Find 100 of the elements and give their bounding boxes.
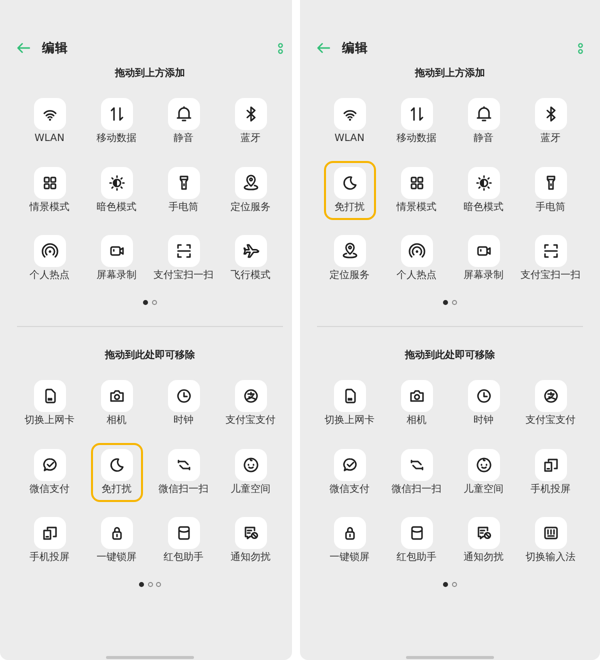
quick-setting-tile[interactable]: 一键锁屏: [330, 517, 370, 564]
quick-setting-tile[interactable]: 一键锁屏: [96, 517, 136, 564]
quick-setting-tile[interactable]: 切换上网卡: [24, 380, 74, 427]
page-title: 编辑: [342, 40, 368, 56]
quick-setting-tile[interactable]: 情景模式: [396, 166, 436, 214]
sim-card-icon: [334, 380, 366, 412]
back-arrow-icon[interactable]: [17, 43, 30, 53]
baby-face-icon: [468, 448, 500, 480]
quick-setting-tile[interactable]: 情景模式: [30, 166, 70, 214]
clock-icon: [168, 380, 200, 412]
quick-setting-tile[interactable]: 移动数据: [96, 98, 136, 145]
location-pin-icon: [234, 166, 266, 198]
section-heading: 拖动到此处即可移除: [405, 349, 495, 363]
lock-icon: [334, 517, 366, 549]
video-camera-icon: [468, 235, 500, 267]
scan-frame-icon: [168, 235, 200, 267]
quick-setting-tile[interactable]: 移动数据: [396, 98, 436, 145]
section-heading: 拖动到此处即可移除: [105, 349, 195, 363]
more-icon[interactable]: [278, 42, 283, 54]
bluetooth-icon: [534, 98, 566, 130]
quick-setting-tile[interactable]: 蓝牙: [234, 98, 266, 145]
quick-setting-tile[interactable]: 微信支付: [30, 448, 70, 496]
bluetooth-icon: [234, 98, 266, 130]
quick-setting-tile[interactable]: 支付宝支付: [526, 380, 576, 427]
quick-setting-tile[interactable]: 支付宝支付: [226, 380, 276, 427]
camera-icon: [400, 380, 432, 412]
quick-setting-tile[interactable]: 切换输入法: [526, 517, 576, 564]
scan-frame-icon: [534, 235, 566, 267]
quick-setting-tile[interactable]: 飞行模式: [230, 235, 270, 282]
quick-setting-tile[interactable]: 暗色模式: [464, 166, 504, 214]
hotspot-icon: [400, 235, 432, 267]
quick-setting-tile[interactable]: 手电筒: [168, 166, 200, 214]
quick-setting-tile[interactable]: 屏幕录制: [464, 235, 504, 282]
quick-setting-tile[interactable]: 儿童空间: [464, 448, 504, 496]
circled-symbol-icon: [234, 380, 266, 412]
quick-setting-tile[interactable]: 通知勿扰: [230, 517, 270, 564]
quick-setting-tile[interactable]: 支付宝扫一扫: [520, 235, 580, 282]
quick-setting-tile[interactable]: 红包助手: [164, 517, 204, 564]
quick-setting-tile[interactable]: 蓝牙: [534, 98, 566, 145]
quick-setting-tile[interactable]: 时钟: [168, 380, 200, 427]
quick-setting-tile[interactable]: 切换上网卡: [324, 380, 374, 427]
quick-setting-tile[interactable]: 微信支付: [330, 448, 370, 496]
quick-setting-tile[interactable]: 相机: [100, 380, 132, 427]
quick-setting-tile[interactable]: 手电筒: [534, 166, 566, 214]
bell-icon: [168, 98, 200, 130]
camera-icon: [100, 380, 132, 412]
clock-icon: [468, 380, 500, 412]
quick-setting-tile[interactable]: 静音: [168, 98, 200, 145]
chat-check-icon: [34, 448, 66, 480]
keyboard-icon: [534, 517, 566, 549]
quick-setting-tile[interactable]: 手机投屏: [530, 448, 570, 496]
quick-setting-tile[interactable]: 免打扰: [324, 160, 376, 220]
location-pin-icon: [334, 235, 366, 267]
quick-setting-tile[interactable]: 定位服务: [230, 166, 270, 214]
quick-setting-tile[interactable]: 时钟: [468, 380, 500, 427]
wifi-icon: [334, 98, 366, 130]
quick-setting-tile[interactable]: 个人热点: [396, 235, 436, 282]
quick-setting-tile[interactable]: 微信扫一扫: [392, 448, 442, 496]
quick-setting-tile[interactable]: 支付宝扫一扫: [154, 235, 214, 282]
envelope-icon: [168, 517, 200, 549]
chat-check-icon: [334, 448, 366, 480]
quick-setting-tile[interactable]: 微信扫一扫: [158, 448, 208, 496]
moon-icon: [100, 448, 132, 480]
airplane-icon: [234, 235, 266, 267]
bell-icon: [468, 98, 500, 130]
page-title: 编辑: [42, 40, 68, 56]
quick-setting-tile[interactable]: 相机: [400, 380, 432, 427]
four-squares-icon: [34, 166, 66, 198]
quick-setting-tile[interactable]: 静音: [468, 98, 500, 145]
quick-setting-tile[interactable]: WLAN: [34, 98, 66, 145]
baby-face-icon: [234, 448, 266, 480]
cast-screen-icon: [534, 448, 566, 480]
hotspot-icon: [34, 235, 66, 267]
quick-setting-tile[interactable]: 个人热点: [30, 235, 70, 282]
quick-setting-tile[interactable]: 手机投屏: [30, 517, 70, 564]
four-squares-icon: [400, 166, 432, 198]
quick-setting-tile[interactable]: 红包助手: [396, 517, 436, 564]
cast-screen-icon: [34, 517, 66, 549]
circled-symbol-icon: [534, 380, 566, 412]
quick-setting-tile[interactable]: 定位服务: [330, 235, 370, 282]
quick-setting-tile[interactable]: WLAN: [334, 98, 366, 145]
wifi-icon: [34, 98, 66, 130]
message-block-icon: [234, 517, 266, 549]
envelope-icon: [400, 517, 432, 549]
section-heading: 拖动到上方添加: [415, 67, 485, 81]
more-icon[interactable]: [578, 42, 583, 54]
up-down-arrows-icon: [100, 98, 132, 130]
swap-arrows-icon: [168, 448, 200, 480]
quick-setting-tile[interactable]: 暗色模式: [96, 166, 136, 214]
sim-card-icon: [34, 380, 66, 412]
quick-setting-tile[interactable]: 屏幕录制: [96, 235, 136, 282]
quick-setting-tile[interactable]: 儿童空间: [230, 448, 270, 496]
video-camera-icon: [100, 235, 132, 267]
flashlight-icon: [168, 166, 200, 198]
back-arrow-icon[interactable]: [317, 43, 330, 53]
quick-setting-tile[interactable]: 通知勿扰: [464, 517, 504, 564]
quick-setting-tile[interactable]: 免打扰: [90, 442, 142, 502]
half-sun-icon: [100, 166, 132, 198]
message-block-icon: [468, 517, 500, 549]
lock-icon: [100, 517, 132, 549]
